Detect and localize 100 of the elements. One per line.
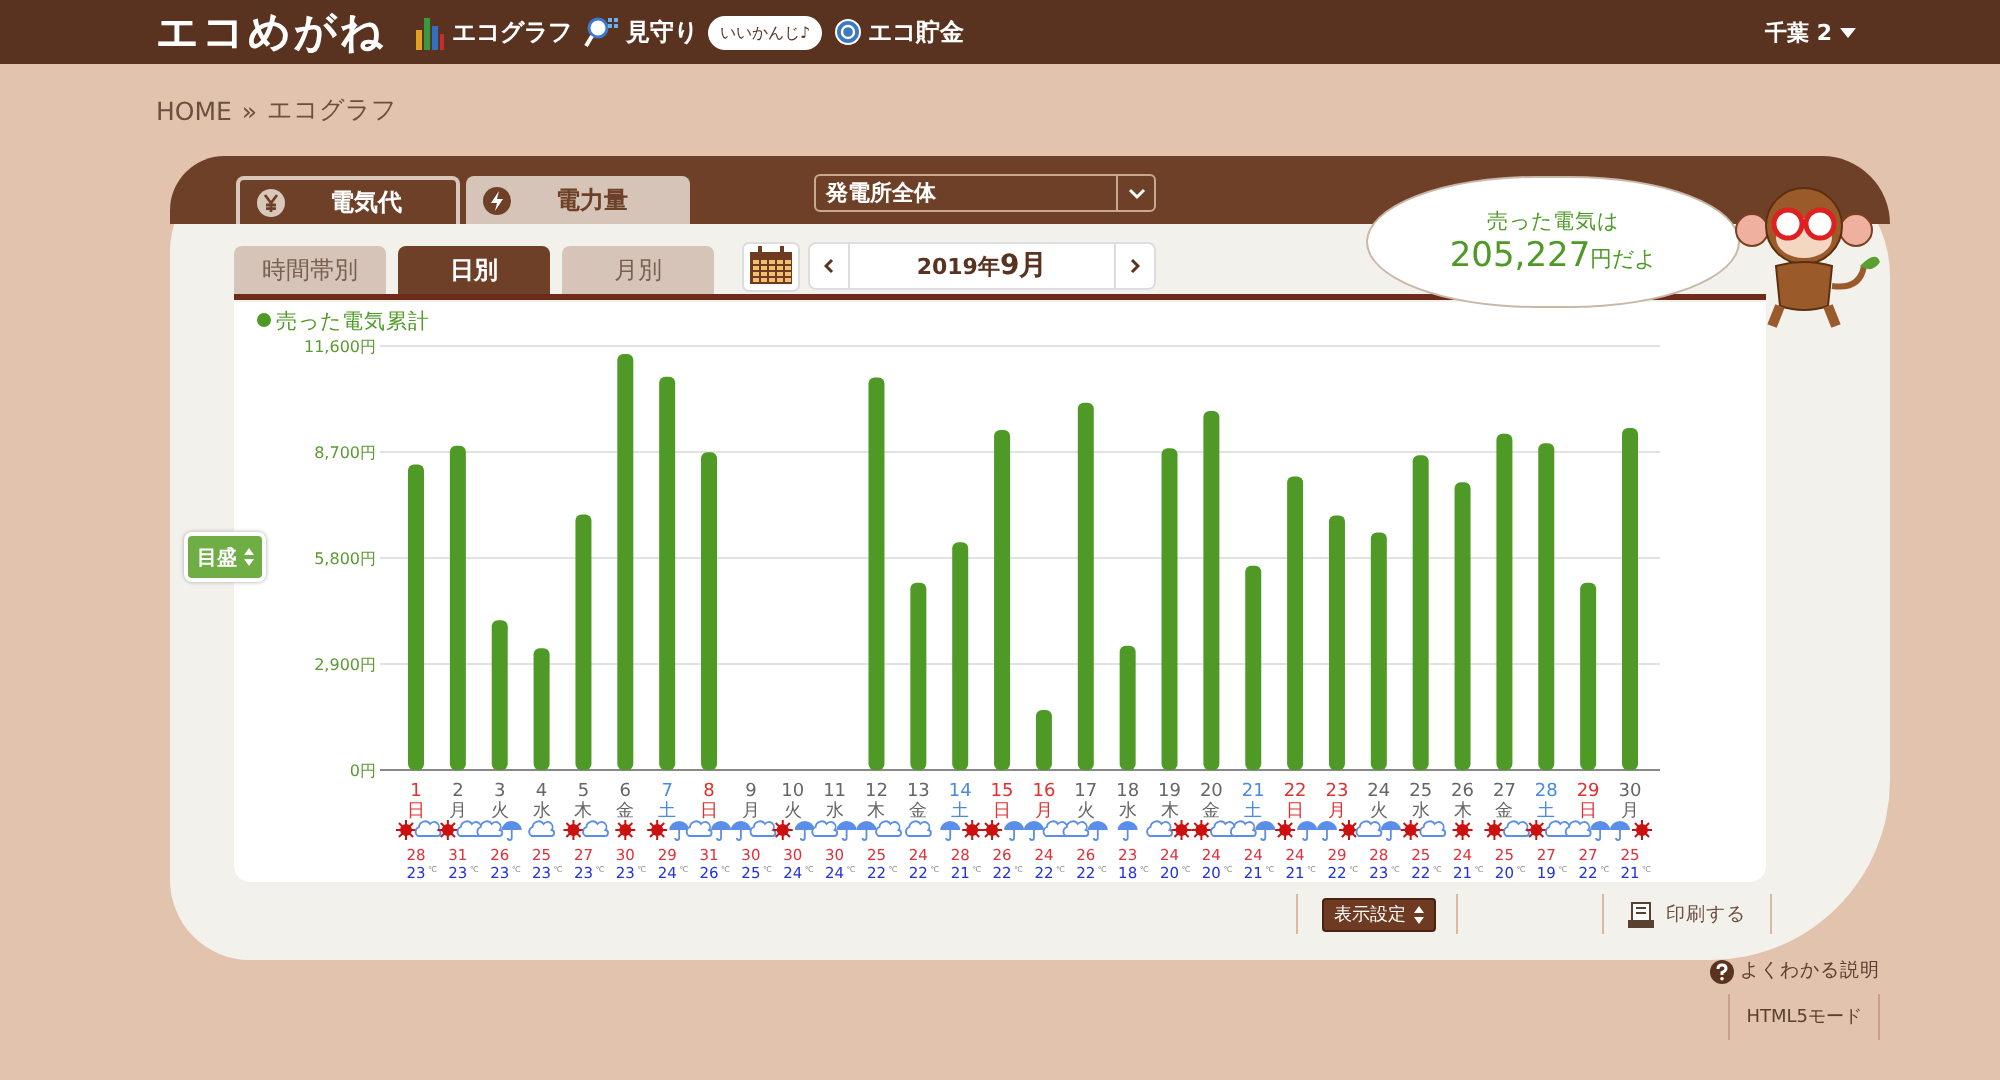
day-label: 24: [1367, 782, 1391, 802]
day-label: 2: [452, 782, 464, 802]
day-label: 7: [661, 782, 673, 802]
weekday-label: 木: [1453, 802, 1472, 822]
user-name[interactable]: 千葉 2: [1765, 17, 1832, 47]
day-label: 14: [948, 782, 972, 802]
weekday-label: 土: [951, 802, 970, 822]
sun-icon: [1631, 819, 1653, 841]
y-axis-label: 8,700円: [314, 444, 376, 462]
weekday-label: 火: [783, 802, 802, 822]
chevron-down-icon: [1127, 187, 1145, 199]
tab[interactable]: 電力量: [466, 176, 690, 224]
day-label: 23: [1325, 782, 1349, 802]
cloud-icon: [1229, 820, 1257, 837]
umbrella-icon: [836, 821, 857, 841]
yen-icon: [256, 187, 286, 217]
day-label: 9: [745, 782, 757, 802]
sun-icon: [771, 819, 794, 841]
weekday-label: 金: [1495, 802, 1514, 822]
day-label: 10: [781, 782, 805, 802]
cloud-icon: [582, 820, 609, 837]
coin-icon: [834, 18, 863, 46]
day-label: 21: [1241, 782, 1265, 802]
cloud-icon: [476, 820, 504, 837]
breadcrumb-separator: »: [241, 95, 258, 125]
chart-bar: [1035, 710, 1052, 770]
calendar-icon[interactable]: [742, 241, 800, 291]
day-label: 30: [1618, 782, 1642, 802]
weekday-label: 日: [700, 802, 719, 822]
day-label: 11: [823, 782, 847, 802]
lightning-icon: [482, 185, 512, 215]
umbrella-icon: [711, 821, 732, 841]
html5-mode-link[interactable]: HTML5モード: [1728, 994, 1880, 1040]
status-badge: いいかんじ♪: [708, 15, 823, 49]
printer-icon: [1628, 901, 1654, 927]
day-label: 26: [1451, 782, 1474, 802]
cloud-icon: [1503, 820, 1530, 837]
weekday-label: 土: [658, 802, 677, 822]
sold-amount: 205,227円だよ: [1449, 236, 1657, 276]
sun-icon: [1274, 819, 1297, 841]
y-axis-label: 5,800円: [314, 550, 376, 568]
day-label: 4: [535, 782, 548, 802]
weekday-label: 木: [867, 802, 886, 822]
help-link[interactable]: よくわかる説明: [1710, 958, 1880, 984]
weekday-label: 水: [532, 802, 551, 822]
day-label: 20: [1199, 782, 1223, 802]
day-label: 28: [1534, 782, 1558, 802]
cloud-icon: [905, 820, 932, 837]
y-axis-label: 0円: [349, 762, 376, 780]
day-label: 18: [1116, 782, 1140, 802]
nav-link[interactable]: エコ貯金: [834, 15, 965, 49]
day-label: 22: [1283, 782, 1307, 802]
weekday-label: 月: [1327, 802, 1346, 822]
cloud-icon: [1419, 820, 1447, 837]
day-label: 5: [577, 782, 590, 802]
sun-icon: [1170, 819, 1193, 841]
weekday-label: 土: [1537, 802, 1556, 822]
weekday-label: 金: [616, 802, 635, 822]
breadcrumb-current: エコグラフ: [267, 93, 398, 127]
day-label: 6: [619, 782, 632, 802]
cloud-icon: [685, 820, 713, 837]
day-label: 3: [494, 782, 506, 802]
caret-icon[interactable]: [1840, 27, 1856, 37]
weekday-label: 日: [1286, 802, 1305, 822]
weekday-label: 火: [490, 802, 509, 822]
y-axis-label: 11,600円: [304, 338, 376, 356]
period-tab[interactable]: 日別: [398, 246, 550, 294]
umbrella-icon: [794, 821, 815, 841]
cloud-icon: [1355, 820, 1383, 837]
display-settings-button[interactable]: 表示設定: [1322, 897, 1436, 931]
umbrella-icon: [1610, 821, 1630, 841]
day-label: 17: [1074, 782, 1098, 802]
weekday-label: 金: [1202, 802, 1221, 822]
weekday-label: 月: [448, 802, 467, 822]
day-label: 29: [1576, 782, 1600, 802]
umbrella-icon: [501, 821, 522, 841]
print-button[interactable]: 印刷する: [1628, 901, 1746, 927]
sun-icon: [1451, 819, 1474, 841]
nav-link[interactable]: 見守り いいかんじ♪: [584, 15, 823, 49]
umbrella-icon: [1380, 821, 1401, 841]
umbrella-icon: [669, 821, 690, 841]
home-link[interactable]: HOME: [156, 95, 232, 125]
plant-select[interactable]: 発電所全体: [814, 174, 1156, 212]
weekday-label: 火: [1369, 802, 1388, 822]
umbrella-icon: [1316, 821, 1337, 841]
umbrella-icon: [1590, 821, 1611, 841]
weekday-label: 土: [1244, 802, 1263, 822]
site-logo[interactable]: エコめがね: [156, 4, 386, 60]
nav-link[interactable]: エコグラフ: [414, 14, 572, 50]
sun-icon: [1337, 819, 1360, 841]
magnifier-icon: [584, 16, 620, 48]
cloud-icon: [749, 820, 777, 837]
day-label: 25: [1409, 782, 1433, 802]
umbrella-icon: [1117, 821, 1138, 841]
tab[interactable]: 電気代: [236, 176, 460, 224]
weekday-label: 月: [1621, 802, 1639, 822]
umbrella-icon: [856, 821, 877, 841]
sort-arrows-icon: [1414, 905, 1424, 923]
sun-icon: [614, 819, 637, 841]
cloud-icon: [414, 820, 442, 837]
